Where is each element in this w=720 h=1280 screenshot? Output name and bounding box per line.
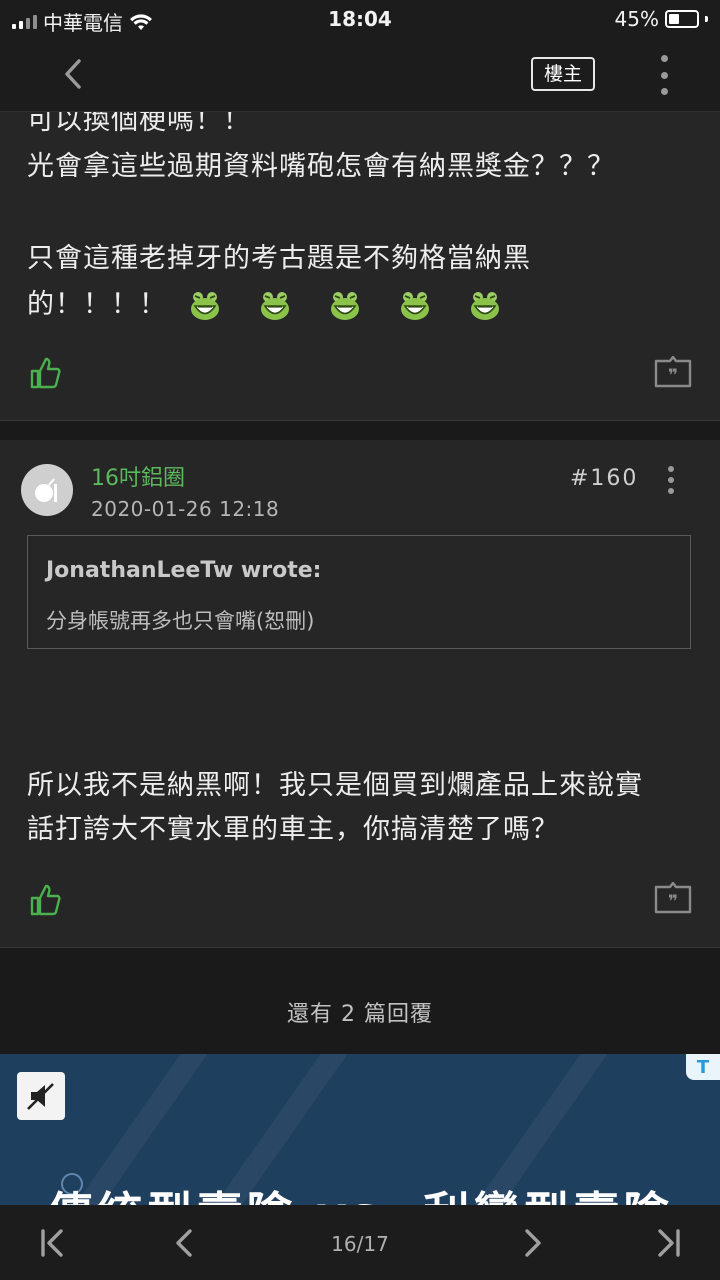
post-line-last: 的！！！！ (27, 282, 687, 328)
username[interactable]: 16吋鋁圈 (91, 460, 185, 492)
battery-percent: 45% (614, 7, 659, 31)
svg-text:❞: ❞ (668, 892, 678, 912)
advertisement-banner[interactable]: T 傳統型壽險 vs. 利變型壽險 (0, 1054, 720, 1205)
previous-post-body: 可以換個梗嗎！！ 光會拿這些過期資料嘴砲怎會有納黑獎金？？？ 只會這種老掉牙的考… (27, 98, 687, 328)
post-line: 話打誇大不實水軍的車主，你搞清楚了嗎？ (27, 814, 559, 845)
divider (0, 947, 720, 948)
op-only-button[interactable]: 樓主 (531, 57, 595, 91)
post-line: 所以我不是納黑啊！我只是個買到爛產品上來說實 (27, 770, 643, 801)
laughing-frog-icon (191, 291, 219, 320)
last-page-button[interactable] (652, 1227, 684, 1259)
more-options-button[interactable] (652, 55, 676, 95)
post-line: 的！！！！ (27, 289, 167, 320)
back-button[interactable] (58, 58, 90, 90)
emoji-row (189, 290, 501, 322)
post-more-button[interactable] (664, 466, 678, 494)
ad-headline: 傳統型壽險 vs. 利變型壽險 (0, 1178, 720, 1205)
top-bar: 中華電信 18:04 45% 樓主 (0, 0, 720, 112)
clock: 18:04 (328, 7, 392, 31)
quote-reply-button[interactable]: ❞ (654, 356, 692, 388)
like-button[interactable] (28, 883, 62, 917)
quote-block: JonathanLeeTw wrote: 分身帳號再多也只會嘴(恕刪) (27, 535, 691, 649)
svg-text:❞: ❞ (668, 366, 678, 386)
avatar-icon (35, 478, 57, 502)
next-page-button[interactable] (517, 1227, 549, 1259)
mute-button[interactable] (17, 1072, 65, 1120)
floor-number: #160 (570, 466, 639, 491)
like-button[interactable] (28, 356, 62, 390)
post-line: 光會拿這些過期資料嘴砲怎會有納黑獎金？？？ (27, 151, 615, 182)
laughing-frog-icon (401, 291, 429, 320)
divider (0, 420, 720, 421)
laughing-frog-icon (471, 291, 499, 320)
battery-icon (665, 10, 699, 28)
quote-text: 分身帳號再多也只會嘴(恕刪) (46, 609, 315, 633)
post-line: 只會這種老掉牙的考古題是不夠格當納黑 (27, 243, 531, 274)
avatar[interactable] (21, 464, 73, 516)
quote-author: JonathanLeeTw wrote: (46, 558, 322, 583)
page-indicator: 16/17 (331, 1232, 389, 1256)
more-replies-link[interactable]: 還有 2 篇回覆 (0, 996, 720, 1028)
pagination-bar: 16/17 (0, 1205, 720, 1280)
ad-badge[interactable]: T (686, 1054, 720, 1080)
battery: 45% (615, 7, 708, 31)
laughing-frog-icon (331, 291, 359, 320)
status-bar: 中華電信 18:04 45% (0, 0, 720, 36)
post-timestamp: 2020-01-26 12:18 (91, 497, 280, 521)
mute-icon (27, 1083, 54, 1110)
laughing-frog-icon (261, 291, 289, 320)
reply-body: 所以我不是納黑啊！我只是個買到爛產品上來說實 話打誇大不實水軍的車主，你搞清楚了… (27, 764, 697, 852)
quote-reply-button[interactable]: ❞ (654, 882, 692, 914)
post-line (27, 190, 687, 236)
